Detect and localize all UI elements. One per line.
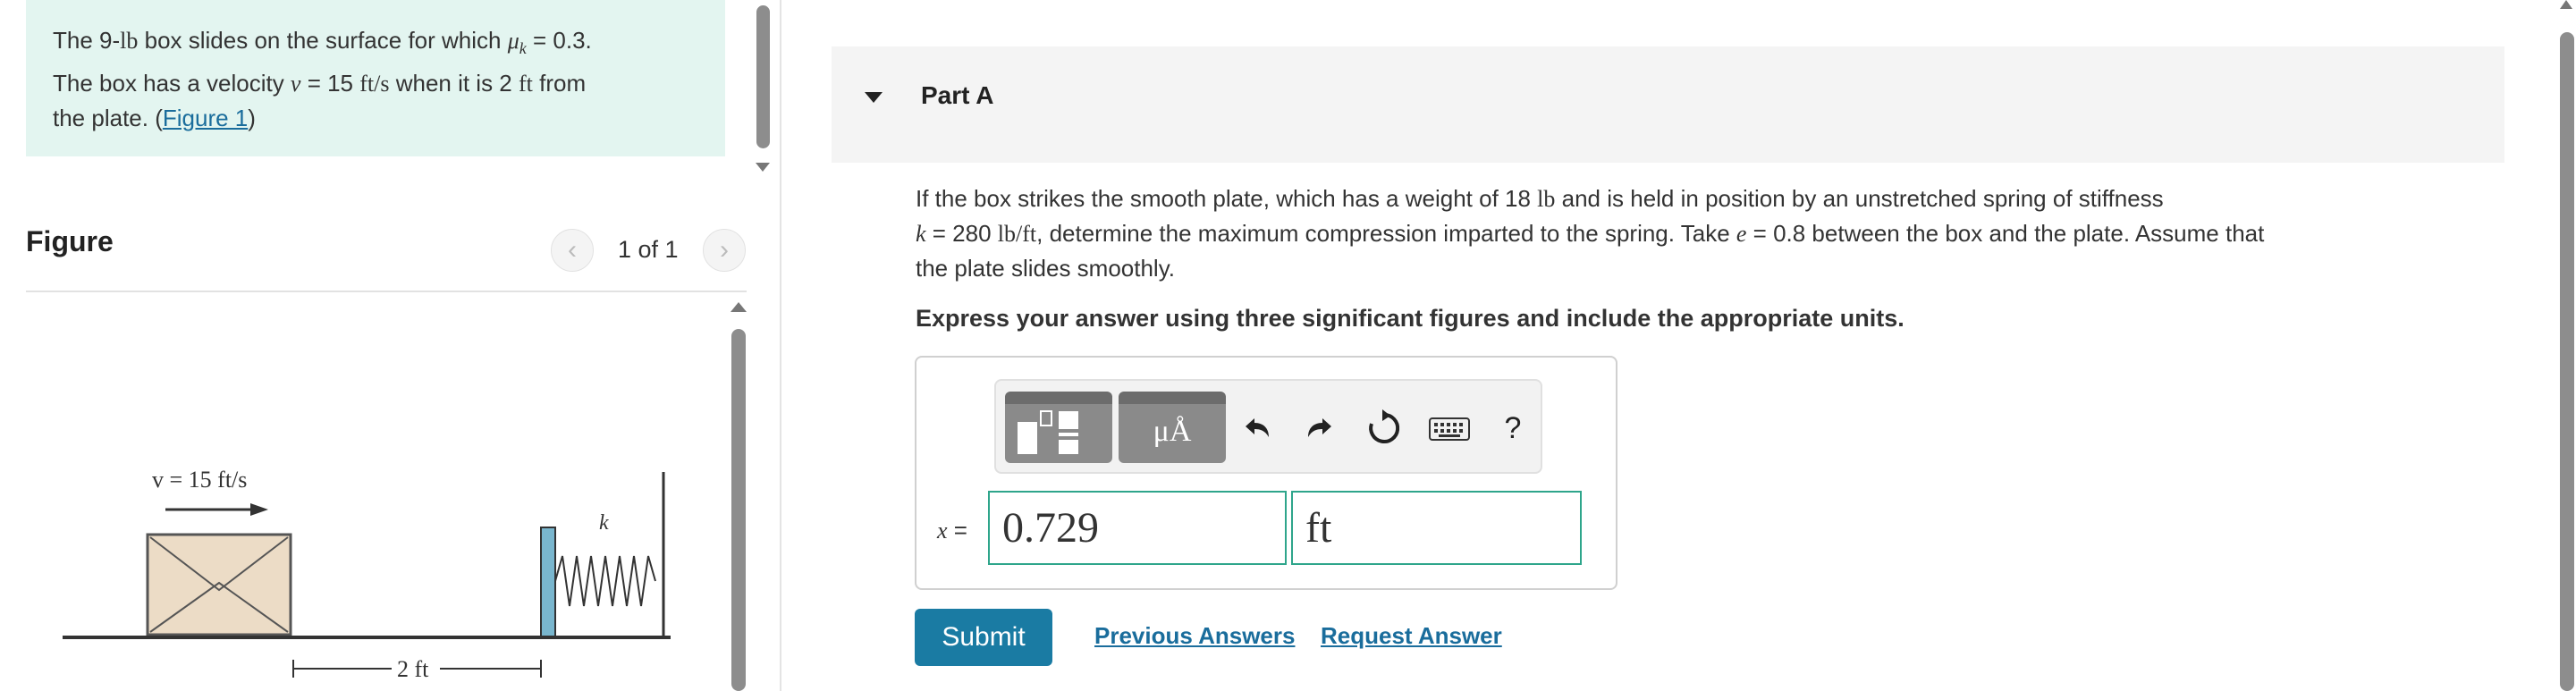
page-scroll-up-arrow[interactable] <box>2560 0 2572 9</box>
figure-diagram: v = 15 ft/s k 2 ft <box>63 467 671 682</box>
question-line-1: If the box strikes the smooth plate, whi… <box>916 185 2164 212</box>
page-scrollbar-thumb[interactable] <box>2560 32 2574 691</box>
problem-line-3: the plate. (Figure 1) <box>53 105 256 132</box>
redo-button[interactable] <box>1298 406 1343 451</box>
answer-unit-input[interactable]: ft <box>1291 491 1582 565</box>
next-figure-button[interactable]: › <box>703 229 746 272</box>
undo-button[interactable] <box>1234 406 1279 451</box>
units-icon: μÅ <box>1153 415 1192 448</box>
help-button[interactable]: ? <box>1491 406 1535 451</box>
submit-button[interactable]: Submit <box>915 609 1052 666</box>
figure-link[interactable]: Figure 1 <box>163 105 248 131</box>
part-a-title: Part A <box>921 81 994 109</box>
panel-divider <box>780 0 781 691</box>
question-line-3: the plate slides smoothly. <box>916 255 1175 282</box>
templates-icon <box>1018 410 1078 454</box>
math-toolbar: μÅ ? <box>994 379 1542 474</box>
part-a-header[interactable] <box>832 46 2504 163</box>
figure-divider <box>26 291 747 292</box>
chevron-right-icon: › <box>720 235 729 265</box>
scroll-down-arrow[interactable] <box>756 163 770 172</box>
chevron-left-icon: ‹ <box>568 235 577 265</box>
templates-button[interactable] <box>1005 392 1112 463</box>
velocity-arrowhead <box>250 503 268 516</box>
question-text: If the box strikes the smooth plate, whi… <box>916 181 2498 285</box>
answer-variable-label: x = <box>937 517 967 544</box>
spring-label: k <box>599 511 609 535</box>
distance-label: 2 ft <box>397 656 429 682</box>
keyboard-button[interactable] <box>1427 406 1472 451</box>
keyboard-icon <box>1429 417 1470 441</box>
question-line-2: k = 280 lb/ft, determine the maximum com… <box>916 220 2265 247</box>
plate <box>540 527 556 637</box>
problem-scrollbar-thumb[interactable] <box>756 5 770 148</box>
answer-instruction: Express your answer using three signific… <box>916 305 1905 332</box>
previous-answers-link[interactable]: Previous Answers <box>1094 622 1295 650</box>
answer-value-input[interactable]: 0.729 <box>988 491 1287 565</box>
help-icon: ? <box>1504 410 1522 445</box>
figure-pager: 1 of 1 <box>618 236 679 263</box>
collapse-triangle-icon[interactable] <box>865 92 883 103</box>
spring <box>554 555 656 607</box>
undo-icon <box>1246 418 1269 437</box>
figure-scroll-up-arrow[interactable] <box>731 302 747 312</box>
previous-figure-button[interactable]: ‹ <box>551 229 594 272</box>
units-button[interactable]: μÅ <box>1119 392 1226 463</box>
reset-icon <box>1369 409 1400 443</box>
request-answer-link[interactable]: Request Answer <box>1321 622 1502 650</box>
reset-button[interactable] <box>1362 406 1406 451</box>
problem-statement: The 9-lb box slides on the surface for w… <box>26 0 725 156</box>
problem-line-1: The 9-lb box slides on the surface for w… <box>53 27 592 58</box>
redo-icon <box>1308 418 1331 437</box>
figure-heading: Figure <box>26 225 114 257</box>
problem-line-2: The box has a velocity v = 15 ft/s when … <box>53 70 587 97</box>
velocity-label: v = 15 ft/s <box>152 467 247 493</box>
figure-scrollbar-thumb[interactable] <box>731 329 746 691</box>
